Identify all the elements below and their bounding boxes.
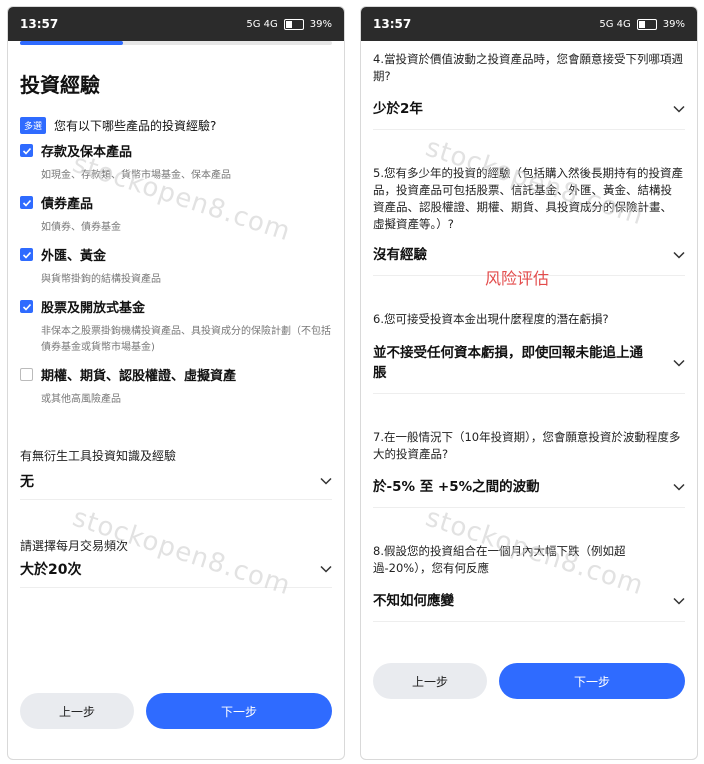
option-deposits[interactable]: 存款及保本產品 如現金、存款類、貨幣市場基金、保本產品 (20, 141, 336, 184)
answer-6-select[interactable]: 並不接受任何資本虧損，即使回報未能追上通脹 (373, 343, 685, 394)
status-bar: 13:57 5G 4G 39% (361, 7, 697, 41)
question-8: 8.假設您的投資組合在一個月內大幅下跌（例如超過-20%），您有何反應 (373, 544, 626, 575)
checkbox-checked-icon[interactable] (20, 196, 33, 209)
option-label: 債券產品 (41, 197, 94, 212)
option-label: 期權、期貨、認股權證、虛擬資產 (41, 369, 237, 384)
risk-assessment-note: 风险评估 (485, 269, 550, 288)
question-5: 5.您有多少年的投資的經驗（包括購入然後長期持有的投資產品，投資產品可包括股票、… (373, 166, 683, 231)
question-text: 您有以下哪些產品的投資經驗? (54, 119, 217, 133)
phone-screen-left: 13:57 5G 4G 39% 投資經驗 多選 您有以下哪些產品的投資經驗? 存… (7, 6, 345, 760)
progress-bar (20, 41, 123, 45)
select-value: 沒有經驗 (373, 247, 427, 263)
multi-select-tag: 多選 (20, 117, 47, 134)
option-description: 與貨幣掛鉤的結構投資產品 (41, 274, 161, 285)
option-description: 或其他高風險產品 (41, 394, 121, 405)
checkbox-checked-icon[interactable] (20, 300, 33, 313)
chevron-down-icon (320, 477, 332, 485)
select-value: 无 (20, 474, 34, 490)
option-bonds[interactable]: 債券產品 如債券、債券基金 (20, 193, 336, 236)
option-description: 如現金、存款類、貨幣市場基金、保本產品 (41, 170, 231, 181)
select-value: 大於20次 (20, 562, 82, 578)
answer-7-select[interactable]: 於-5% 至 +5%之間的波動 (373, 477, 685, 508)
frequency-select[interactable]: 大於20次 (20, 559, 332, 588)
option-label: 股票及開放式基金 (41, 301, 146, 316)
answer-4-select[interactable]: 少於2年 (373, 99, 685, 130)
chevron-down-icon (673, 597, 685, 605)
option-label: 存款及保本產品 (41, 145, 133, 160)
network-icon: 5G 4G (246, 18, 278, 30)
frequency-question: 請選擇每月交易頻次 (20, 539, 129, 553)
question-row: 多選 您有以下哪些產品的投資經驗? (20, 117, 216, 134)
option-label: 外匯、黃金 (41, 249, 107, 264)
prev-button[interactable]: 上一步 (20, 693, 134, 729)
next-button[interactable]: 下一步 (499, 663, 685, 699)
select-value: 並不接受任何資本虧損，即使回報未能追上通脹 (373, 345, 643, 381)
prev-button[interactable]: 上一步 (373, 663, 487, 699)
derivatives-question: 有無衍生工具投資知識及經驗 (20, 449, 177, 463)
answer-8-select[interactable]: 不知如何應變 (373, 591, 685, 622)
status-time: 13:57 (20, 17, 59, 31)
chevron-down-icon (673, 359, 685, 367)
option-description: 非保本之股票掛鉤機構投資產品、具投資成分的保險計劃（不包括債券基金或貨幣市場基金… (41, 326, 331, 353)
question-7: 7.在一般情況下（10年投資期），您會願意投資於波動程度多大的投資產品? (373, 430, 681, 461)
battery-percent: 39% (662, 18, 685, 30)
chevron-down-icon (673, 105, 685, 113)
page-title: 投資經驗 (20, 73, 100, 97)
chevron-down-icon (320, 565, 332, 573)
select-value: 少於2年 (373, 101, 423, 117)
checkbox-checked-icon[interactable] (20, 144, 33, 157)
option-description: 如債券、債券基金 (41, 222, 121, 233)
select-value: 於-5% 至 +5%之間的波動 (373, 479, 540, 495)
checkbox-unchecked-icon[interactable] (20, 368, 33, 381)
status-bar: 13:57 5G 4G 39% (8, 7, 344, 41)
option-forex-gold[interactable]: 外匯、黃金 與貨幣掛鉤的結構投資產品 (20, 245, 336, 288)
battery-icon (636, 18, 657, 30)
progress-track (20, 41, 332, 45)
select-value: 不知如何應變 (373, 593, 454, 609)
phone-screen-right: 13:57 5G 4G 39% 4.當投資於價值波動之投資產品時，您會願意接受下… (360, 6, 698, 760)
chevron-down-icon (673, 483, 685, 491)
checkbox-checked-icon[interactable] (20, 248, 33, 261)
battery-percent: 39% (309, 18, 332, 30)
question-4: 4.當投資於價值波動之投資產品時，您會願意接受下列哪項週期? (373, 52, 683, 83)
question-6: 6.您可接受投資本金出現什麼程度的潛在虧損? (373, 312, 609, 326)
derivatives-select[interactable]: 无 (20, 471, 332, 500)
option-derivatives[interactable]: 期權、期貨、認股權證、虛擬資產 或其他高風險產品 (20, 365, 336, 408)
chevron-down-icon (673, 251, 685, 259)
option-stocks-funds[interactable]: 股票及開放式基金 非保本之股票掛鉤機構投資產品、具投資成分的保險計劃（不包括債券… (20, 297, 336, 356)
battery-icon (283, 18, 304, 30)
network-icon: 5G 4G (599, 18, 631, 30)
next-button[interactable]: 下一步 (146, 693, 332, 729)
status-time: 13:57 (373, 17, 412, 31)
